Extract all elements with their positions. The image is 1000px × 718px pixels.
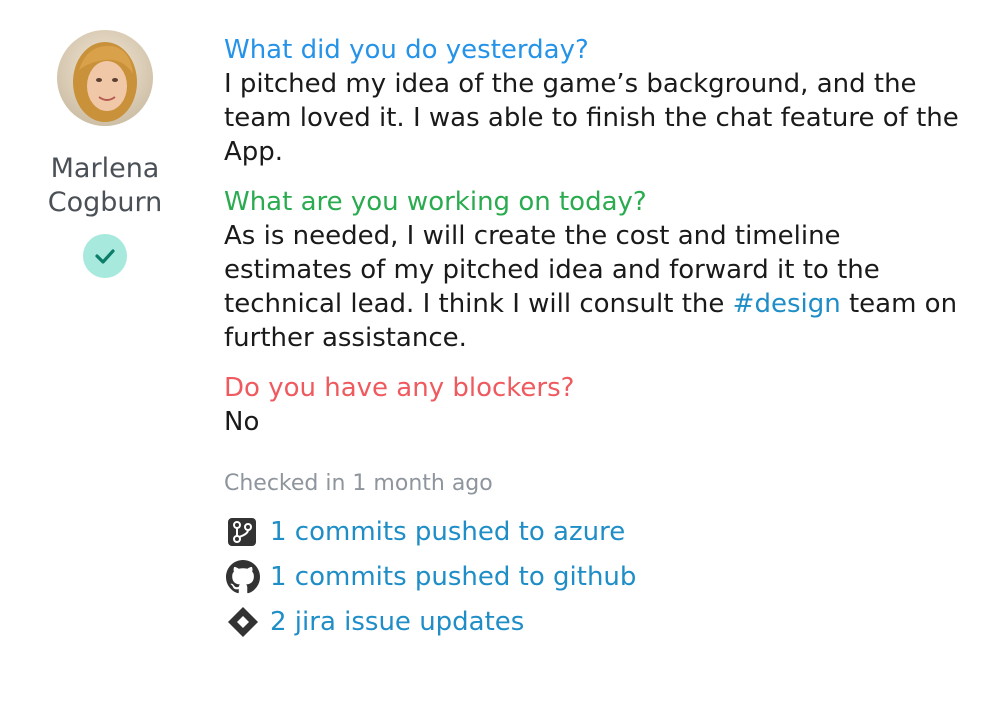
activity-text: 1 commits pushed to github bbox=[270, 561, 637, 592]
activity-text: 2 jira issue updates bbox=[270, 606, 525, 637]
design-channel-link[interactable]: #design bbox=[733, 289, 841, 319]
yesterday-question: What did you do yesterday? bbox=[224, 35, 589, 65]
today-question: What are you working on today? bbox=[224, 187, 647, 217]
activity-item-azure[interactable]: 1 commits pushed to azure bbox=[224, 509, 964, 554]
user-first-name: Marlena bbox=[50, 153, 160, 184]
avatar-image bbox=[57, 30, 153, 126]
activity-list: 1 commits pushed to azure 1 commits push… bbox=[224, 509, 964, 644]
user-panel: Marlena Cogburn bbox=[30, 30, 180, 278]
standup-content: What did you do yesterday? I pitched my … bbox=[224, 33, 964, 644]
today-answer: As is needed, I will create the cost and… bbox=[224, 219, 964, 355]
github-icon bbox=[226, 559, 262, 595]
status-badge bbox=[83, 234, 127, 278]
check-icon bbox=[95, 249, 115, 264]
user-avatar[interactable] bbox=[57, 30, 153, 126]
yesterday-answer: I pitched my idea of the game’s backgrou… bbox=[224, 69, 959, 167]
activity-text: 1 commits pushed to azure bbox=[270, 516, 626, 547]
blockers-question: Do you have any blockers? bbox=[224, 373, 575, 403]
jira-icon bbox=[226, 604, 262, 640]
blockers-answer: No bbox=[224, 407, 260, 437]
activity-item-jira[interactable]: 2 jira issue updates bbox=[224, 599, 964, 644]
activity-item-github[interactable]: 1 commits pushed to github bbox=[224, 554, 964, 599]
user-last-name: Cogburn bbox=[47, 187, 163, 218]
checked-in-time: Checked in 1 month ago bbox=[224, 471, 493, 496]
azure-repos-icon bbox=[226, 514, 262, 550]
user-name: Marlena Cogburn bbox=[30, 152, 180, 220]
